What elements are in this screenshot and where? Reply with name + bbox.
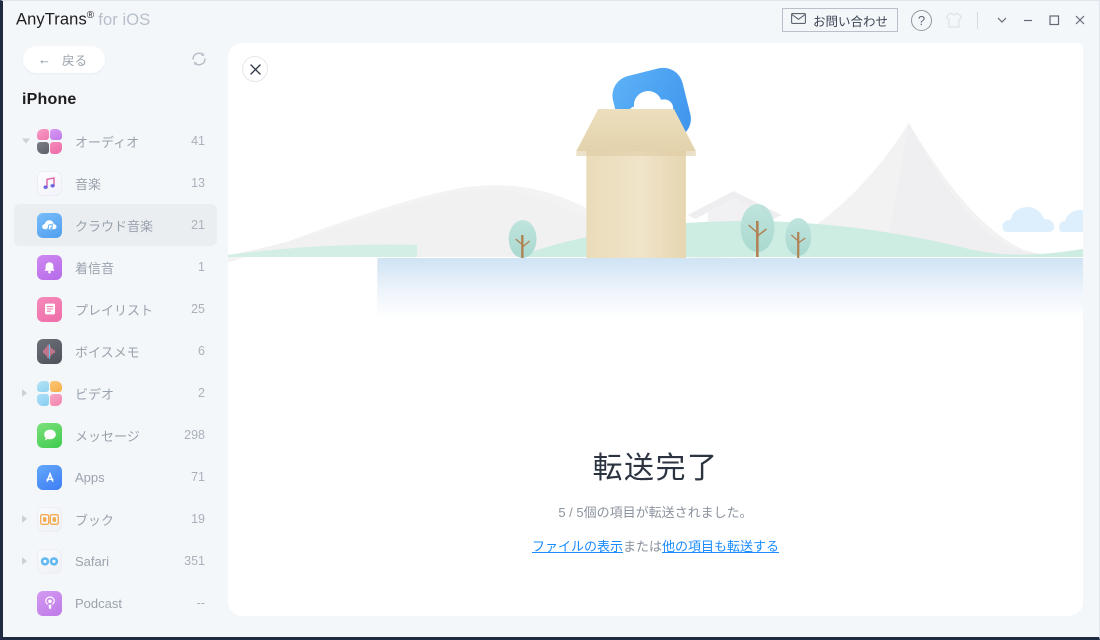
transfer-summary: 5 / 5個の項目が転送されました。: [558, 505, 753, 520]
mail-icon: [791, 13, 806, 27]
sidebar-item-label: ビデオ: [75, 386, 115, 402]
sidebar-toolbar: ← 戻る: [3, 39, 228, 79]
app-name: AnyTrans: [16, 10, 87, 29]
audio-group-icon: [37, 128, 62, 154]
safari-icon: [37, 548, 62, 574]
books-icon: [37, 506, 62, 532]
cloud-music-icon: [37, 212, 62, 238]
sidebar-item-2[interactable]: クラウド音楽 21: [14, 204, 217, 246]
maximize-icon[interactable]: [1041, 7, 1067, 33]
sidebar-item-count: 71: [191, 470, 205, 484]
back-arrow-icon: ←: [38, 51, 51, 67]
content-panel: 転送完了 5 / 5個の項目が転送されました。 ファイルの表示または他の項目も転…: [228, 43, 1083, 616]
sidebar-item-7[interactable]: メッセージ 298: [14, 414, 217, 456]
app-store-icon: [37, 464, 62, 490]
video-group-icon-wrap: [37, 380, 62, 406]
sidebar-item-5[interactable]: ボイスメモ 6: [14, 330, 217, 372]
sidebar-item-count: 1: [198, 260, 205, 274]
chevron-right-icon[interactable]: [22, 515, 27, 523]
sidebar: ← 戻る iPhone オーディオ 41 音楽 13 クラウド音楽 21 着信音 1 プレイリス…: [3, 39, 228, 637]
sidebar-item-0[interactable]: オーディオ 41: [14, 120, 217, 162]
transfer-message: 転送完了 5 / 5個の項目が転送されました。 ファイルの表示または他の項目も転…: [228, 443, 1083, 555]
sidebar-item-6[interactable]: ビデオ 2: [14, 372, 217, 414]
action-links: ファイルの表示または他の項目も転送する: [228, 536, 1083, 555]
back-button-label: 戻る: [62, 53, 88, 68]
page-title: 転送完了: [592, 452, 719, 485]
sidebar-item-count: 41: [191, 134, 205, 148]
sidebar-item-count: 2: [198, 386, 205, 400]
titlebar-controls: お問い合わせ ?: [781, 1, 1099, 39]
messages-icon: [37, 422, 62, 448]
sidebar-item-9[interactable]: ブック 19: [14, 498, 217, 540]
chevron-down-icon[interactable]: [989, 7, 1015, 33]
sidebar-item-count: --: [196, 596, 205, 610]
sidebar-item-1[interactable]: 音楽 13: [14, 162, 217, 204]
app-window: AnyTrans® for iOS お問い合わせ ? ← 戻る iPhone オ…: [0, 0, 1100, 640]
sidebar-item-4[interactable]: プレイリスト 25: [14, 288, 217, 330]
titlebar-divider: [977, 11, 978, 29]
sidebar-item-label: オーディオ: [75, 134, 140, 150]
back-button[interactable]: ← 戻る: [23, 45, 106, 73]
app-subtitle: for iOS: [98, 10, 151, 29]
podcast-icon: [37, 590, 62, 616]
sidebar-item-3[interactable]: 着信音 1: [14, 246, 217, 288]
close-icon[interactable]: [1067, 7, 1093, 33]
voice-memo-icon: [37, 338, 62, 364]
sidebar-item-count: 6: [198, 344, 205, 358]
chevron-down-icon[interactable]: [22, 138, 30, 144]
minimize-icon[interactable]: [1015, 7, 1041, 33]
sidebar-item-11[interactable]: Podcast --: [14, 582, 217, 624]
sidebar-item-10[interactable]: Safari 351: [14, 540, 217, 582]
refresh-icon[interactable]: [188, 48, 210, 70]
device-name: iPhone: [22, 91, 77, 108]
sidebar-item-count: 351: [184, 554, 205, 568]
audio-group-icon-wrap: [37, 128, 62, 154]
sidebar-item-count: 19: [191, 512, 205, 526]
sidebar-item-count: 25: [191, 302, 205, 316]
view-files-link[interactable]: ファイルの表示: [532, 539, 623, 554]
sidebar-item-count: 21: [191, 218, 205, 232]
video-group-icon: [37, 380, 62, 406]
sidebar-item-label: Safari: [75, 553, 109, 569]
sidebar-nav: オーディオ 41 音楽 13 クラウド音楽 21 着信音 1 プレイリスト 25 ボイスメモ 6 ビデオ…: [3, 120, 228, 624]
contact-button-label: お問い合わせ: [812, 14, 888, 29]
sidebar-item-label: Apps: [75, 469, 105, 485]
sidebar-item-label: 着信音: [75, 260, 115, 276]
question-mark-icon[interactable]: ?: [911, 9, 932, 31]
sidebar-item-label: 音楽: [75, 176, 102, 192]
tshirt-icon[interactable]: [944, 10, 964, 30]
links-conjunction: または: [622, 539, 662, 554]
sidebar-item-label: メッセージ: [75, 428, 140, 444]
sidebar-item-count: 13: [191, 176, 205, 190]
title-bar: AnyTrans® for iOS お問い合わせ ?: [3, 1, 1099, 39]
contact-button[interactable]: お問い合わせ: [781, 8, 898, 32]
playlist-icon: [37, 296, 62, 322]
sidebar-item-count: 298: [184, 428, 205, 442]
sidebar-item-label: ブック: [75, 512, 115, 528]
sidebar-item-label: プレイリスト: [75, 302, 154, 318]
sidebar-item-label: ボイスメモ: [75, 344, 140, 360]
transfer-more-link[interactable]: 他の項目も転送する: [662, 539, 779, 554]
sidebar-item-8[interactable]: Apps 71: [14, 456, 217, 498]
sidebar-item-label: Podcast: [75, 595, 122, 611]
music-icon: [37, 170, 62, 196]
app-title: AnyTrans® for iOS: [16, 10, 150, 30]
ringtone-icon: [37, 254, 62, 280]
sidebar-item-label: クラウド音楽: [75, 218, 154, 234]
transfer-complete-illustration: [228, 43, 1083, 423]
registered-mark: ®: [86, 10, 95, 22]
chevron-right-icon[interactable]: [22, 557, 27, 565]
chevron-right-icon[interactable]: [22, 389, 27, 397]
